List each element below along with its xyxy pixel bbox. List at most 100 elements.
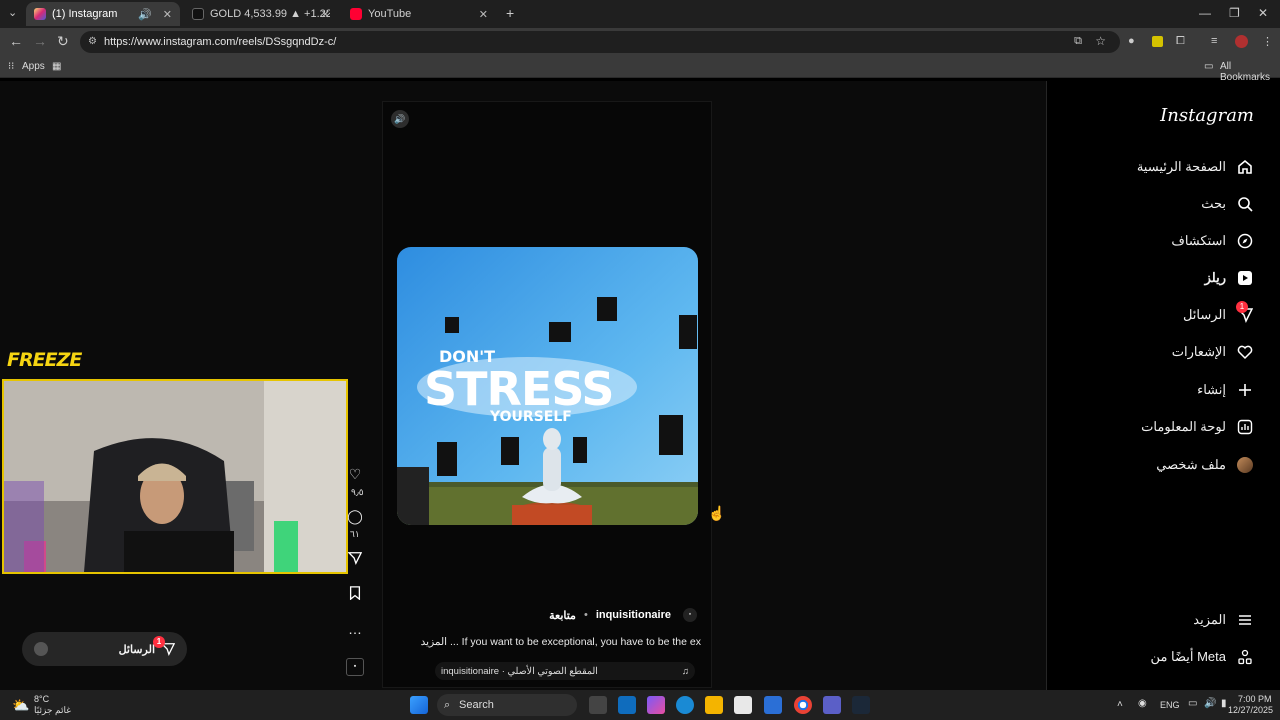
menu-dots-icon[interactable]: ⋮ — [1262, 35, 1273, 48]
reel-audio[interactable]: inquisitionaire · المقطع الصوتي الأصلي ♫ — [435, 662, 695, 680]
reel-author-name[interactable]: inquisitionaire — [596, 609, 671, 621]
nav-create[interactable]: إنشاء — [1197, 378, 1254, 402]
install-app-icon[interactable]: ⧉ — [1074, 35, 1082, 48]
language-indicator[interactable]: ENG — [1160, 700, 1180, 710]
forward-button[interactable]: → — [33, 33, 47, 49]
clock-time[interactable]: 7:00 PM — [1238, 694, 1272, 704]
instagram-logo[interactable]: Instagram — [1160, 105, 1254, 126]
nav-home[interactable]: الصفحة الرئيسية — [1137, 155, 1254, 179]
outlook-icon[interactable] — [618, 696, 636, 714]
profile-avatar-icon — [1236, 456, 1254, 474]
profile-avatar[interactable] — [1235, 35, 1248, 48]
nav-label: ملف شخصي — [1156, 457, 1226, 472]
home-icon — [1236, 158, 1254, 176]
weather-icon[interactable]: ⛅ — [12, 697, 29, 714]
chevron-up-icon[interactable]: ˄ — [1117, 699, 1123, 710]
reel-player[interactable]: 🔊 DON'T STRESS YOURSELF متابعة • inquisi… — [382, 101, 712, 688]
nav-explore[interactable]: استكشاف — [1171, 229, 1254, 253]
tab-youtube[interactable]: YouTube ✕ — [342, 2, 496, 26]
edge-icon[interactable] — [676, 696, 694, 714]
speaker-icon[interactable]: 🔊 — [138, 8, 152, 21]
nav-label: المزيد — [1193, 612, 1226, 627]
extension-dollar-icon[interactable] — [1152, 36, 1163, 47]
steam-icon[interactable] — [852, 696, 870, 714]
tradingview-favicon-icon — [192, 8, 204, 20]
more-options-icon[interactable]: … — [346, 621, 364, 637]
save-icon[interactable] — [346, 586, 364, 603]
close-tab-icon[interactable]: ✕ — [163, 8, 172, 21]
nav-also-from-meta[interactable]: أيضًا من Meta — [1151, 645, 1254, 669]
weather-temp[interactable]: 8°C — [34, 694, 49, 704]
windows-start-icon[interactable] — [410, 696, 428, 714]
minimize-button[interactable]: — — [1199, 6, 1211, 20]
nav-more[interactable]: المزيد — [1193, 608, 1254, 632]
discord-icon[interactable]: ◉ — [1138, 698, 1147, 709]
nav-notifications[interactable]: الإشعارات — [1172, 340, 1254, 364]
reading-list-icon[interactable]: ≡ — [1211, 35, 1217, 47]
teams-icon[interactable] — [823, 696, 841, 714]
volume-tray-icon[interactable]: 🔊 — [1204, 698, 1216, 709]
reel-author-row: متابعة • inquisitionaire ▪ — [549, 608, 697, 622]
tab-title: YouTube — [368, 8, 412, 20]
nav-search[interactable]: بحث — [1201, 192, 1254, 216]
separator-dot: • — [583, 609, 588, 621]
author-avatar[interactable]: ▪ — [683, 608, 697, 622]
extension-circle-icon[interactable]: ● — [1128, 35, 1135, 47]
instagram-sidebar: Instagram الصفحة الرئيسية بحث استكشاف ري… — [1046, 81, 1280, 690]
nav-label: الصفحة الرئيسية — [1136, 159, 1226, 174]
tab-instagram[interactable]: (1) Instagram 🔊 ✕ — [26, 2, 180, 26]
nav-dashboard[interactable]: لوحة المعلومات — [1141, 415, 1254, 439]
tab-gold[interactable]: GOLD 4,533.99 ▲ +1.22% Unna ✕ — [184, 2, 338, 26]
task-view-icon[interactable] — [589, 696, 607, 714]
close-tab-icon[interactable]: ✕ — [321, 8, 330, 21]
tab-groups-icon[interactable]: ▦ — [52, 61, 61, 72]
network-icon[interactable]: ▭ — [1188, 698, 1197, 709]
nav-messages[interactable]: الرسائل 1 — [1183, 301, 1254, 327]
new-tab-button[interactable]: + — [506, 5, 514, 21]
defender-icon[interactable] — [764, 696, 782, 714]
likes-count: ٩٫٥ أ — [346, 487, 364, 497]
taskbar-search[interactable]: ⌕ Search — [437, 694, 577, 716]
chrome-icon[interactable] — [794, 696, 812, 714]
apps-grid-icon: ⁝⁝ — [8, 61, 15, 72]
follow-button[interactable]: متابعة — [549, 609, 576, 622]
bookmark-star-icon[interactable]: ☆ — [1095, 34, 1106, 48]
nav-label: ريلز — [1204, 270, 1226, 285]
clock-date[interactable]: 12/27/2025 — [1228, 705, 1273, 715]
share-icon[interactable] — [346, 551, 364, 568]
back-button[interactable]: ← — [9, 33, 23, 49]
audio-label: inquisitionaire · المقطع الصوتي الأصلي — [441, 665, 598, 677]
reload-button[interactable]: ↻ — [57, 33, 69, 50]
nav-profile[interactable]: ملف شخصي — [1156, 453, 1254, 477]
all-bookmarks-link[interactable]: All Bookmarks — [1220, 61, 1280, 83]
tab-search-button[interactable]: ⌄ — [8, 6, 17, 19]
site-info-icon[interactable]: ⚙ — [88, 36, 97, 47]
reel-artwork[interactable]: DON'T STRESS YOURSELF — [397, 247, 698, 525]
weather-desc[interactable]: غائم جزئيًا — [34, 705, 71, 716]
freeze-logo: FREEZE — [7, 349, 82, 371]
battery-icon[interactable]: ▮ — [1221, 698, 1227, 709]
file-explorer-icon[interactable] — [705, 696, 723, 714]
close-tab-icon[interactable]: ✕ — [479, 8, 488, 21]
restore-button[interactable]: ❐ — [1229, 6, 1240, 20]
tab-bar: ⌄ (1) Instagram 🔊 ✕ GOLD 4,533.99 ▲ +1.2… — [0, 0, 1280, 28]
music-note-icon: ♫ — [681, 665, 689, 677]
audio-thumbnail[interactable]: ▪ — [346, 658, 364, 676]
extensions-puzzle-icon[interactable]: ⧠ — [1176, 35, 1185, 48]
address-bar[interactable]: ⚙ https://www.instagram.com/reels/DSsgqn… — [80, 31, 1120, 53]
youtube-favicon-icon — [350, 8, 362, 20]
comments-count: ٦١ — [350, 529, 360, 539]
comment-icon[interactable]: ◯ — [346, 508, 364, 525]
reel-text-middle: STRESS — [424, 362, 614, 416]
nav-reels[interactable]: ريلز — [1205, 266, 1254, 290]
store-icon[interactable] — [734, 696, 752, 714]
like-icon[interactable]: ♡ — [346, 466, 364, 483]
bookmarks-bar: ⁝⁝ Apps ▦ ▭ All Bookmarks — [0, 56, 1280, 83]
reel-caption[interactable]: If you want to be exceptional, you have … — [421, 636, 701, 648]
messages-pill[interactable]: الرسائل 1 — [22, 632, 187, 666]
volume-icon[interactable]: 🔊 — [391, 110, 409, 128]
apps-bookmark[interactable]: Apps — [22, 61, 45, 72]
copilot-icon[interactable] — [647, 696, 665, 714]
close-window-button[interactable]: ✕ — [1258, 6, 1268, 20]
nav-label: بحث — [1201, 196, 1226, 211]
